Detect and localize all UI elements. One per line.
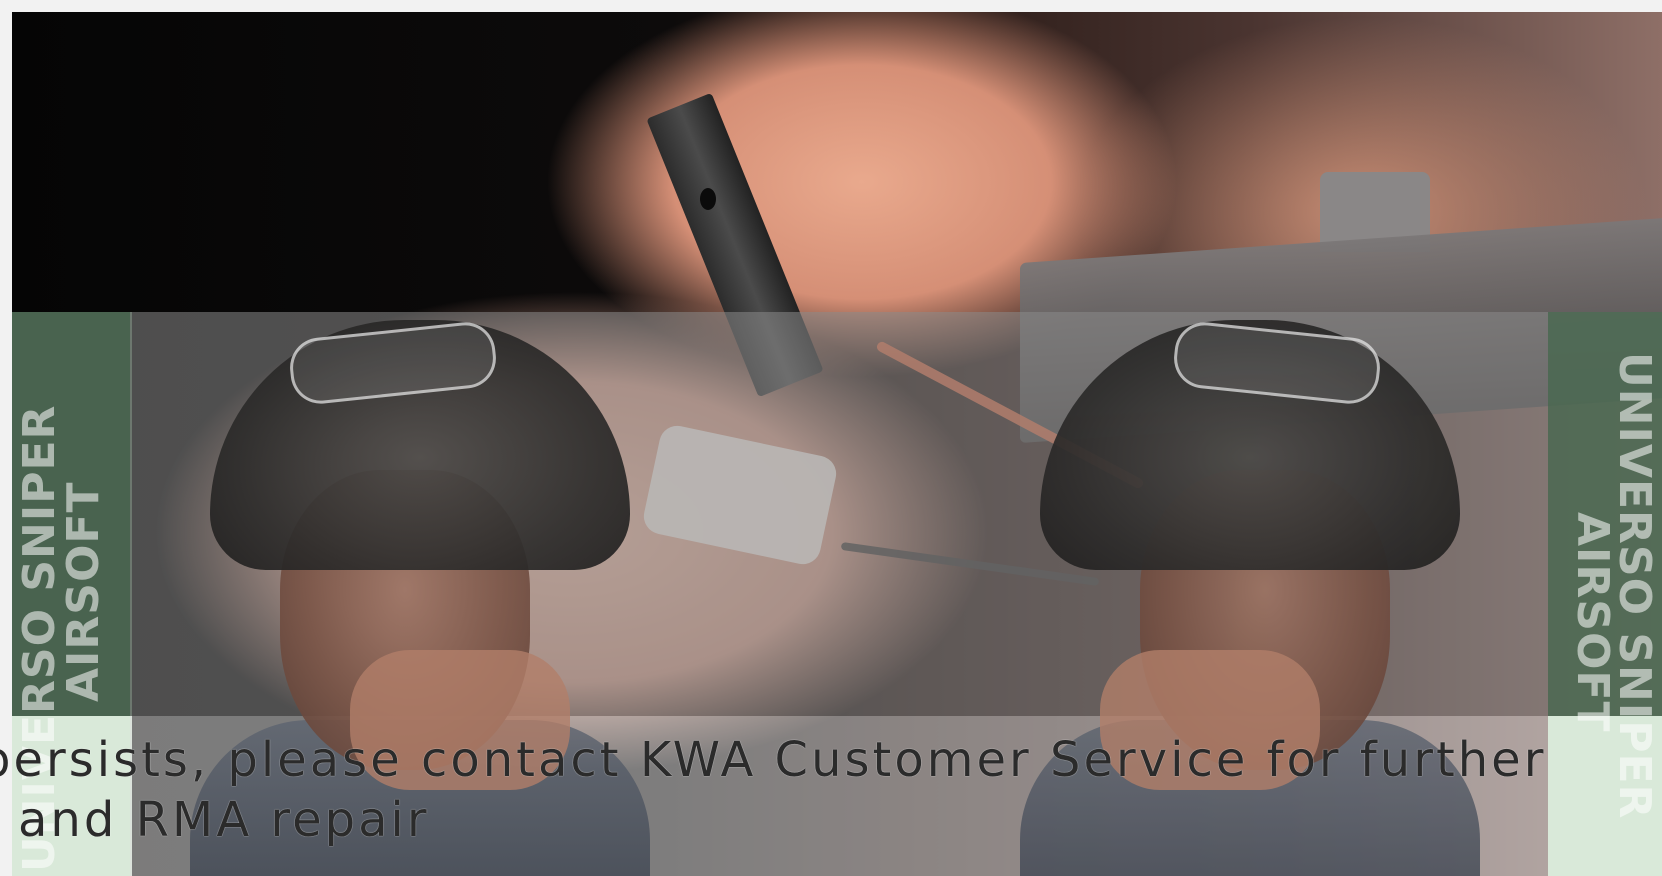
screenshot-frame: UNIVERSO SNIPER AIRSOFT UNIVERSO SNIPER … (0, 0, 1662, 876)
notice-line-1: persists, please contact KWA Customer Se… (0, 732, 1547, 788)
connector-hole (700, 188, 716, 210)
notice-line-2: and RMA repair (18, 792, 430, 848)
left-vertical-brand-text-2: AIRSOFT (58, 481, 109, 702)
right-side-strip: UNIVERSO SNIPER AIRSOFT (1548, 312, 1662, 876)
soldier-image-right (1020, 319, 1480, 876)
right-vertical-brand-text-2: AIRSOFT (1567, 512, 1618, 733)
